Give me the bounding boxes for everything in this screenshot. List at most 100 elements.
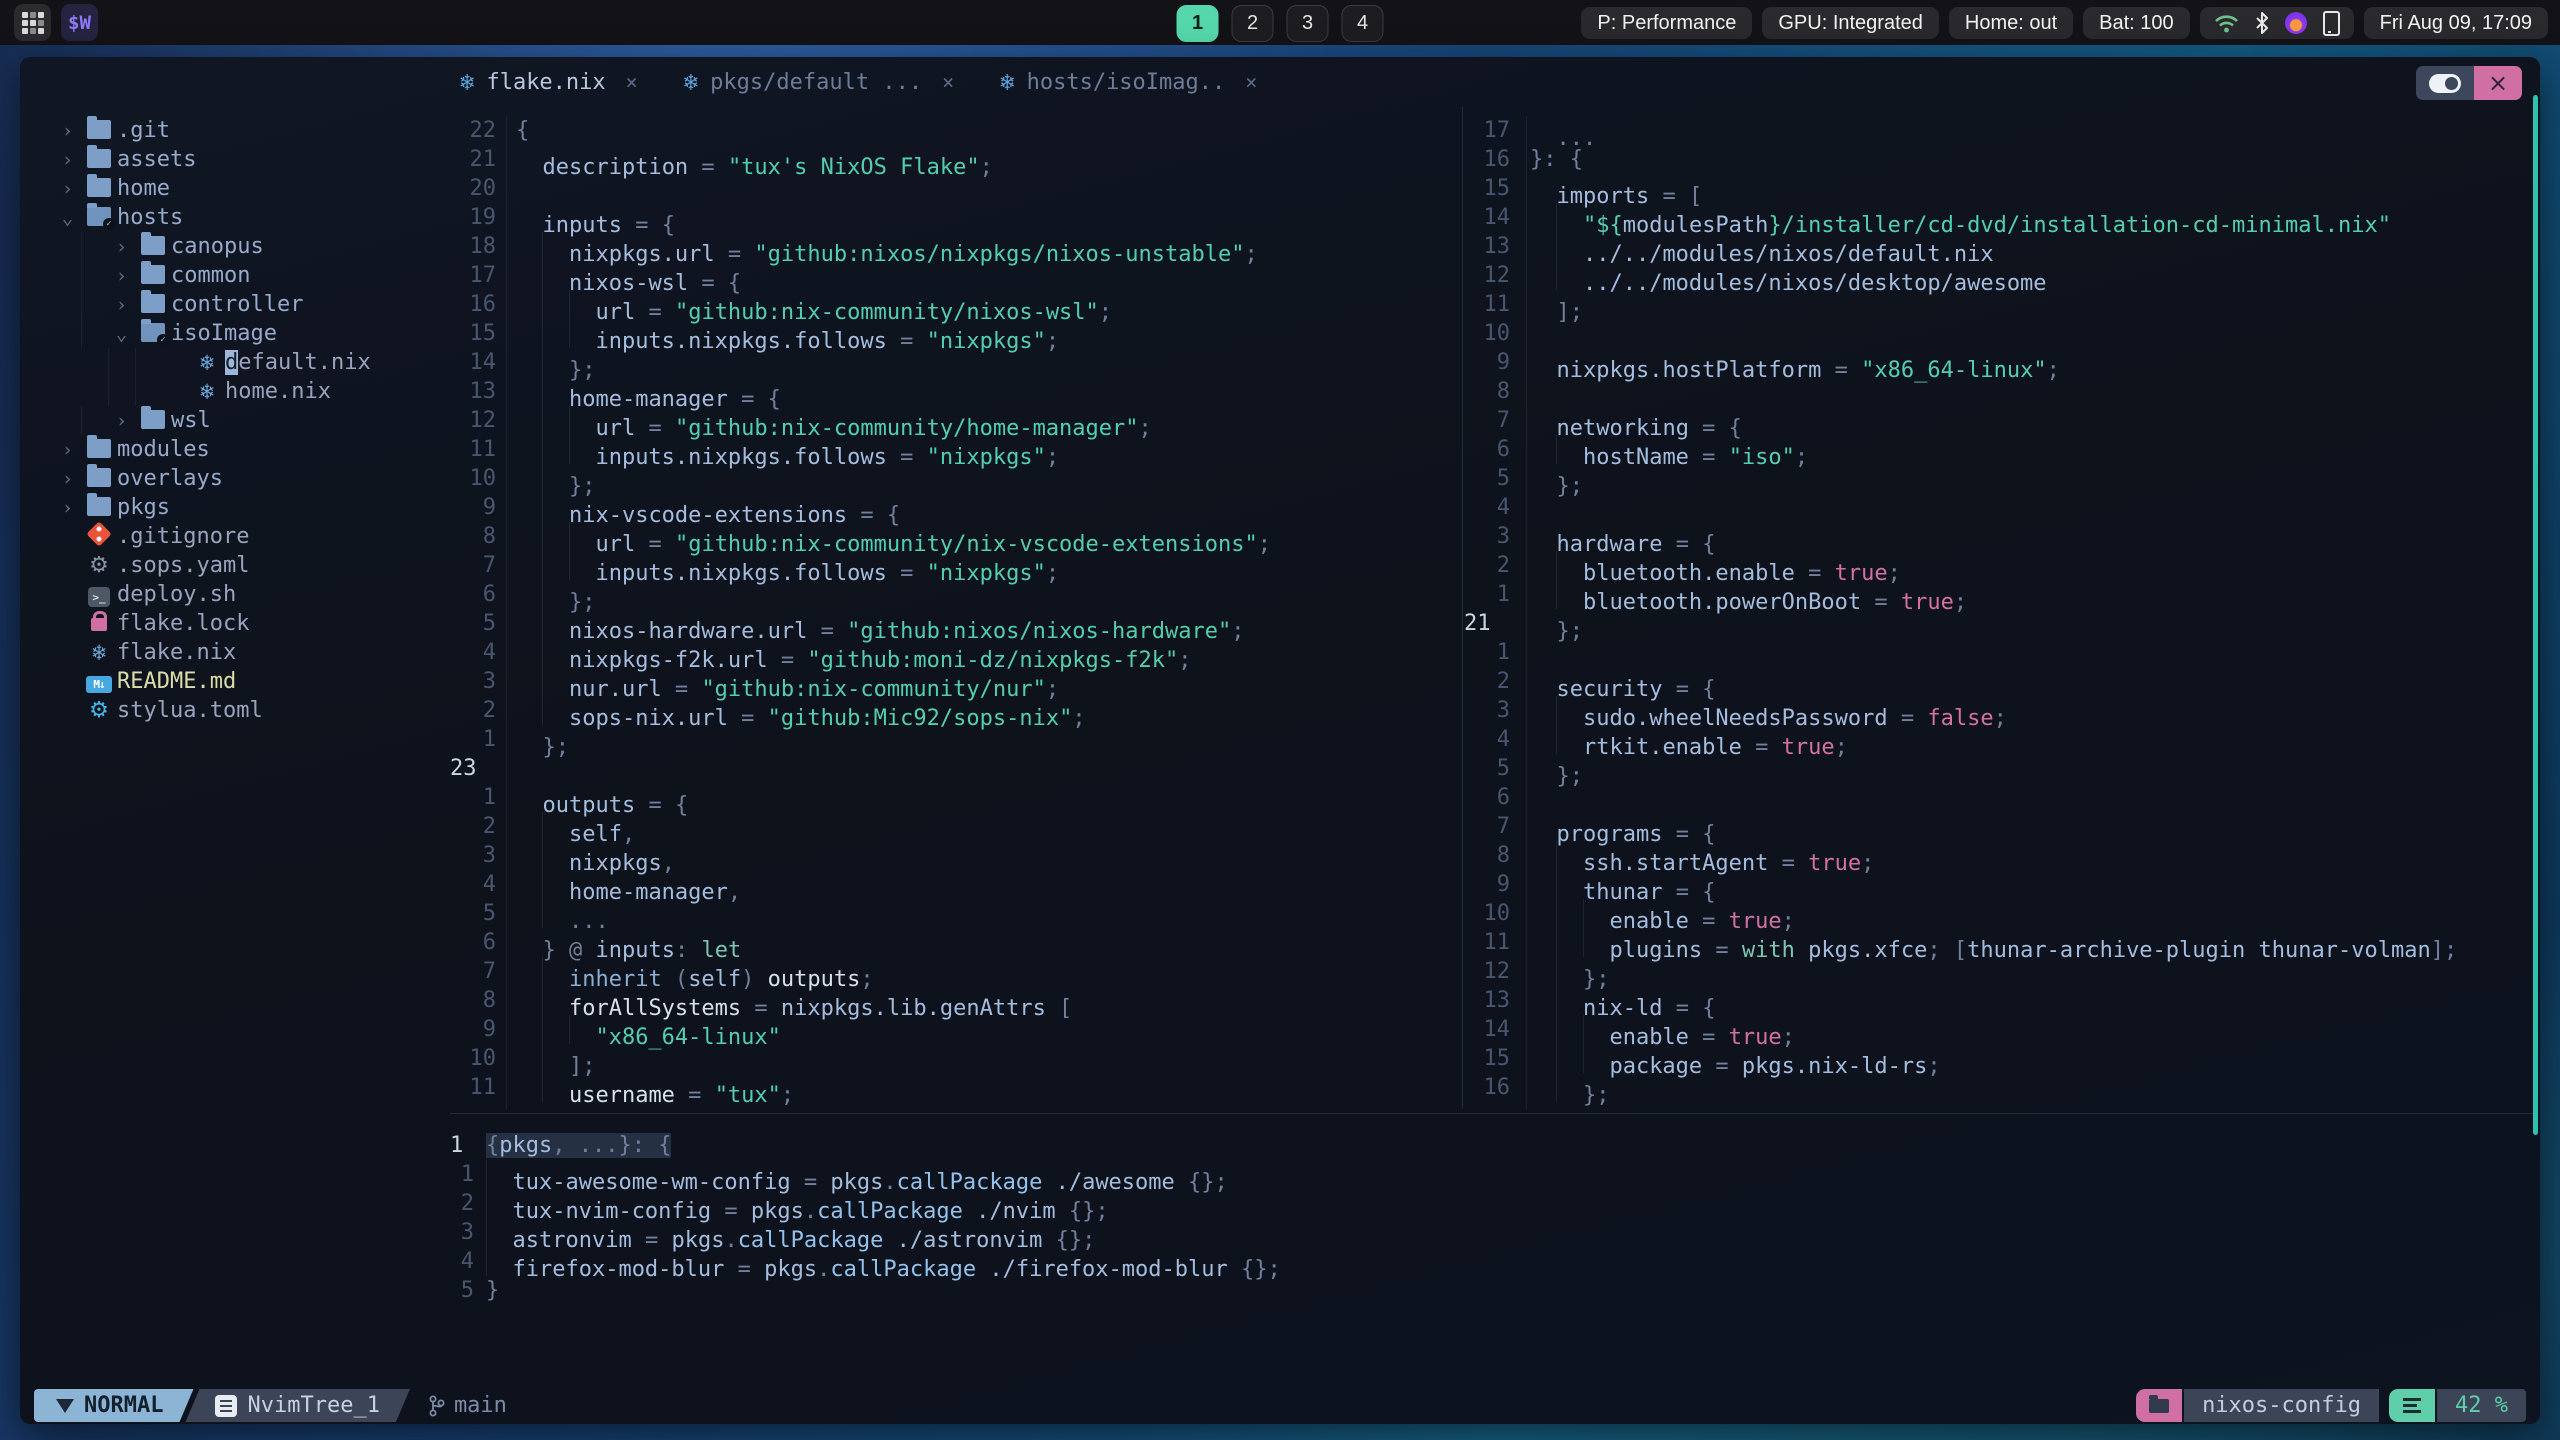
code-line[interactable]: 23 [450, 754, 1460, 783]
code-line[interactable]: 14 enable = true; [1464, 1015, 2534, 1050]
tree-item-.git[interactable]: › .git [20, 115, 452, 145]
code-line[interactable]: 4 home-manager, [450, 870, 1460, 905]
tab-hosts/isoImag..[interactable]: ❄ hosts/isoImag.. × [1000, 68, 1257, 96]
code-line[interactable]: 1 bluetooth.powerOnBoot = true; [1464, 580, 2534, 615]
git-branch-segment[interactable]: main [410, 1389, 525, 1422]
bluetooth-icon[interactable] [2255, 12, 2269, 34]
code-line[interactable]: 9 thunar = { [1464, 870, 2534, 905]
tab-close-icon[interactable]: × [942, 70, 954, 94]
tree-item-flake.lock[interactable]: flake.lock [20, 609, 452, 638]
tree-item-stylua.toml[interactable]: ⚙ stylua.toml [20, 696, 452, 725]
vpn-icon[interactable] [2284, 12, 2307, 34]
code-line[interactable]: 2 tux-nvim-config = pkgs.callPackage ./nv… [450, 1189, 2530, 1224]
tree-item-.gitignore[interactable]: .gitignore [20, 521, 452, 551]
code-line[interactable]: 7 networking = { [1464, 406, 2534, 441]
code-line[interactable]: 10 [1464, 319, 2534, 348]
app-launcher-button[interactable] [14, 4, 51, 41]
tree-item-assets[interactable]: › assets [20, 144, 452, 174]
code-line[interactable]: 6 [1464, 783, 2534, 812]
tree-item-README.md[interactable]: M↓ README.md [20, 667, 452, 696]
phone-icon[interactable] [2322, 10, 2340, 36]
code-line[interactable]: 13 nix-ld = { [1464, 986, 2534, 1021]
code-line[interactable]: 2 security = { [1464, 667, 2534, 702]
code-line[interactable]: 6 hostName = "iso"; [1464, 435, 2534, 470]
tree-item-overlays[interactable]: › overlays [20, 463, 452, 493]
code-line[interactable]: 5... [450, 899, 1460, 934]
code-line[interactable]: 1 tux-awesome-wm-config = pkgs.callPackag… [450, 1160, 2530, 1195]
code-line[interactable]: 3 sudo.wheelNeedsPassword = false; [1464, 696, 2534, 731]
workspace-2[interactable]: 2 [1231, 5, 1274, 42]
code-line[interactable]: 8 url = "github:nix-community/nix-vscode-… [450, 522, 1460, 557]
tab-close-icon[interactable]: × [1245, 70, 1257, 94]
code-line[interactable]: 3 nixpkgs, [450, 841, 1460, 876]
tree-item-isoImage[interactable]: ⌄ isoImage [20, 318, 452, 348]
code-line[interactable]: 3 astronvim = pkgs.callPackage ./astronvi… [450, 1218, 2530, 1253]
code-line[interactable]: 3 hardware = { [1464, 522, 2534, 557]
tree-item-canopus[interactable]: › canopus [20, 231, 452, 261]
status-pill-2[interactable]: Home: out [1948, 7, 2074, 39]
editor-pkgs-default-nix[interactable]: 1 {pkgs, ...}: {1 tux-awesome-wm-config = … [450, 1131, 2530, 1305]
code-line[interactable]: 21 description = "tux's NixOS Flake"; [450, 145, 1460, 180]
code-line[interactable]: 11 plugins = with pkgs.xfce; [thunar-arch… [1464, 928, 2534, 963]
tree-item-flake.nix[interactable]: ❄ flake.nix [20, 638, 452, 667]
workspace-1[interactable]: 1 [1176, 5, 1219, 42]
scrollbar[interactable] [2533, 95, 2538, 1135]
tab-close-icon[interactable]: × [626, 70, 638, 94]
code-line[interactable]: 4 firefox-mod-blur = pkgs.callPackage ./f… [450, 1247, 2530, 1282]
code-line[interactable]: 1 outputs = { [450, 783, 1460, 818]
code-line[interactable]: 1 [1464, 638, 2534, 667]
tab-flake.nix[interactable]: ❄ flake.nix × [460, 68, 638, 96]
wifi-icon[interactable] [2214, 13, 2239, 33]
code-line[interactable]: 16}: { [1464, 145, 2534, 174]
status-pill-0[interactable]: P: Performance [1581, 7, 1753, 39]
editor-iso-default-nix[interactable]: 17... 16}: {15 imports = [14 "${modulesPath… [1464, 116, 2534, 1108]
code-line[interactable]: 15 inputs.nixpkgs.follows = "nixpkgs"; [450, 319, 1460, 354]
workspace-4[interactable]: 4 [1341, 5, 1384, 42]
buffer-name-segment[interactable]: NvimTree_1 [185, 1389, 409, 1422]
code-line[interactable]: 2 sops-nix.url = "github:Mic92/sops-nix"; [450, 696, 1460, 731]
code-line[interactable]: 13 home-manager = { [450, 377, 1460, 412]
code-line[interactable]: 7 inherit (self) outputs; [450, 957, 1460, 992]
tree-item-default.nix[interactable]: ❄ default.nix [20, 348, 452, 377]
code-line[interactable]: 7 inputs.nixpkgs.follows = "nixpkgs"; [450, 551, 1460, 586]
tree-item-pkgs[interactable]: › pkgs [20, 492, 452, 522]
status-pill-3[interactable]: Bat: 100 [2083, 7, 2190, 39]
status-pill-1[interactable]: GPU: Integrated [1762, 7, 1939, 39]
workspace-3[interactable]: 3 [1286, 5, 1329, 42]
code-line[interactable]: 14 "${modulesPath}/installer/cd-dvd/insta… [1464, 203, 2534, 238]
code-line[interactable]: 17... [1464, 116, 2534, 151]
code-line[interactable]: 1 {pkgs, ...}: { [450, 1131, 2530, 1160]
code-line[interactable]: 9 nixpkgs.hostPlatform = "x86_64-linux"; [1464, 348, 2534, 383]
code-line[interactable]: 11 username = "tux"; [450, 1073, 1460, 1108]
code-line[interactable]: 15 imports = [ [1464, 174, 2534, 209]
code-line[interactable]: 19 inputs = { [450, 203, 1460, 238]
code-line[interactable]: 10 enable = true; [1464, 899, 2534, 934]
window-toggle-button[interactable] [2416, 66, 2474, 100]
tree-item-modules[interactable]: › modules [20, 434, 452, 464]
clock[interactable]: Fri Aug 09, 17:09 [2363, 7, 2548, 39]
tab-pkgs/default ...[interactable]: ❄ pkgs/default ... × [684, 68, 954, 96]
code-line[interactable]: 6} @ inputs: let [450, 928, 1460, 963]
code-line[interactable]: 22 { [450, 116, 1460, 145]
code-line[interactable]: 16 url = "github:nix-community/nixos-wsl"… [450, 290, 1460, 325]
code-line[interactable]: 12 ../../modules/nixos/desktop/awesome [1464, 261, 2534, 296]
tree-item-hosts[interactable]: ⌄ hosts [20, 202, 452, 232]
code-line[interactable]: 15 package = pkgs.nix-ld-rs; [1464, 1044, 2534, 1079]
editor-flake-nix[interactable]: 22{21 description = "tux's NixOS Flake"; 2… [450, 116, 1460, 1108]
horizontal-split-divider[interactable] [450, 1113, 2534, 1114]
code-line[interactable]: 5 nixos-hardware.url = "github:nixos/nixo… [450, 609, 1460, 644]
code-line[interactable]: 4 [1464, 493, 2534, 522]
code-line[interactable]: 9 nix-vscode-extensions = { [450, 493, 1460, 528]
code-line[interactable]: 11 inputs.nixpkgs.follows = "nixpkgs"; [450, 435, 1460, 470]
code-line[interactable]: 8 ssh.startAgent = true; [1464, 841, 2534, 876]
tree-item-deploy.sh[interactable]: >_ deploy.sh [20, 580, 452, 609]
tree-item-home.nix[interactable]: ❄ home.nix [20, 377, 452, 406]
code-line[interactable]: 3 nur.url = "github:nix-community/nur"; [450, 667, 1460, 702]
tree-item-controller[interactable]: › controller [20, 289, 452, 319]
code-line[interactable]: 7 programs = { [1464, 812, 2534, 847]
code-line[interactable]: 18 nixpkgs.url = "github:nixos/nixpkgs/ni… [450, 232, 1460, 267]
code-line[interactable]: 4 nixpkgs-f2k.url = "github:moni-dz/nixpk… [450, 638, 1460, 673]
tree-item-common[interactable]: › common [20, 260, 452, 290]
code-line[interactable]: 8 forAllSystems = nixpkgs.lib.genAttrs [ [450, 986, 1460, 1021]
tree-item-.sops.yaml[interactable]: ⚙ .sops.yaml [20, 551, 452, 580]
